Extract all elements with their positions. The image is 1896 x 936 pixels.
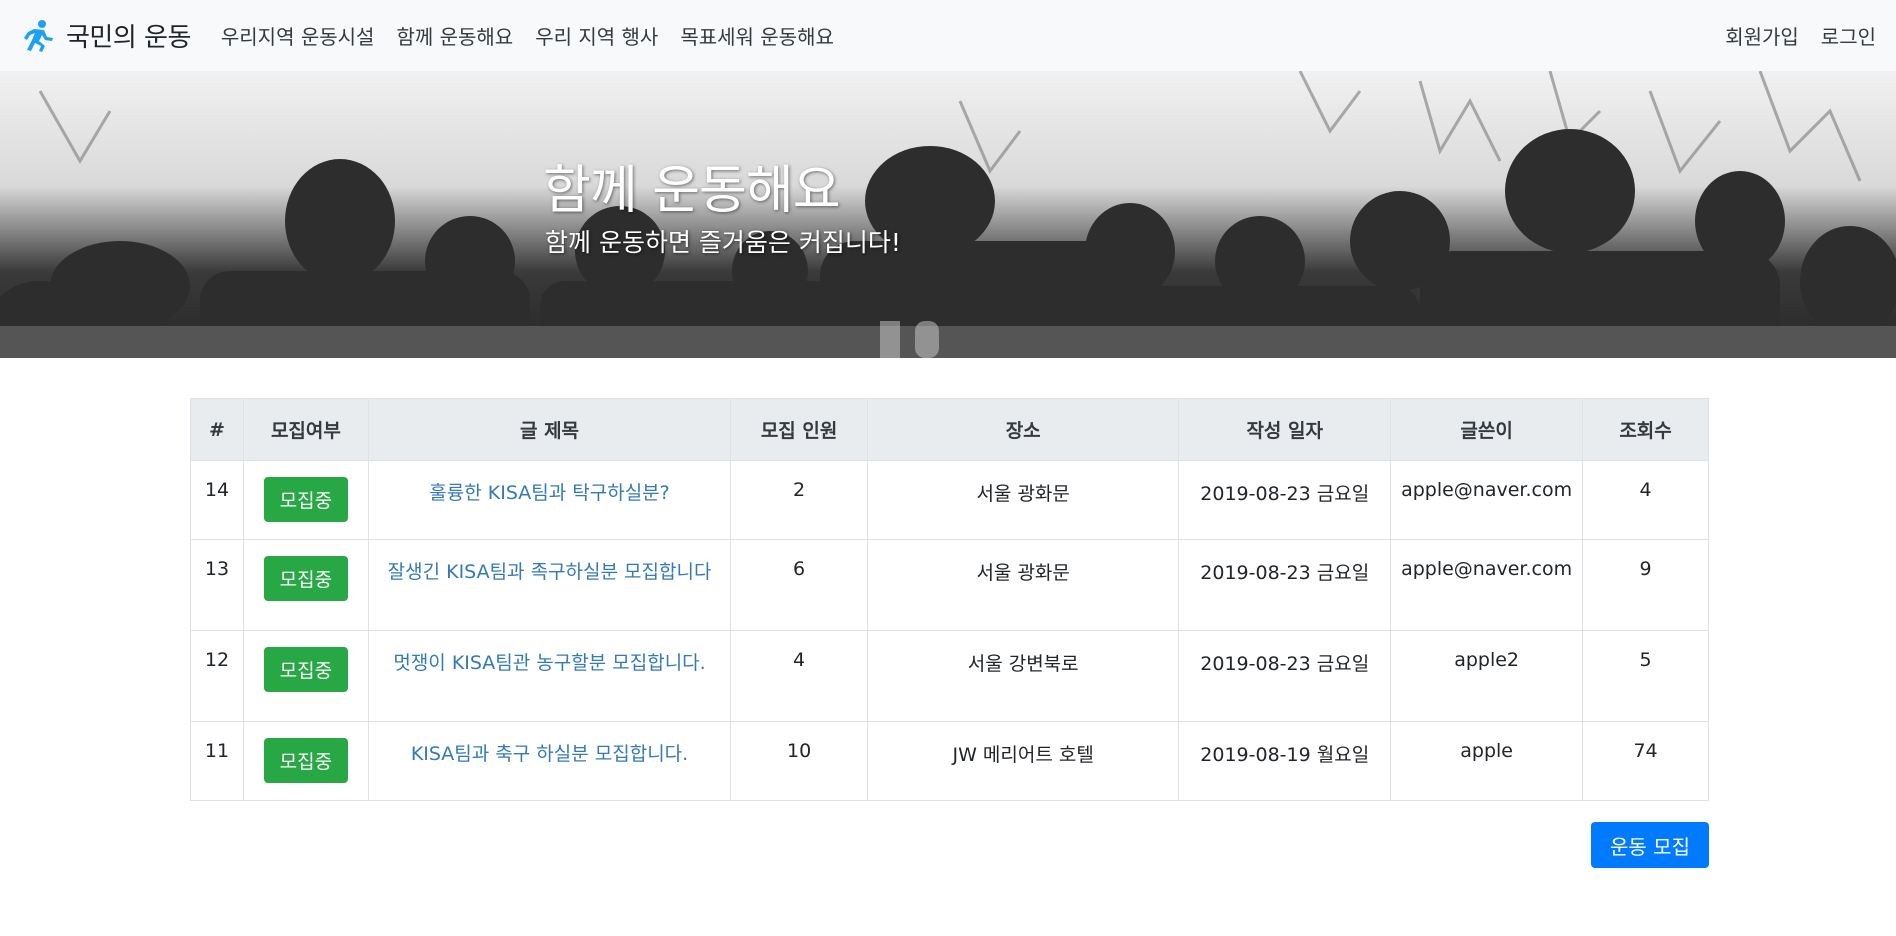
nav-signup[interactable]: 회원가입 bbox=[1725, 21, 1799, 50]
hero-title: 함께 운동해요 bbox=[543, 161, 841, 221]
cell-number: 14 bbox=[190, 460, 244, 540]
navbar: 국민의 운동 우리지역 운동시설 함께 운동해요 우리 지역 행사 목표세워 운… bbox=[0, 0, 1896, 71]
cell-date: 2019-08-23 금요일 bbox=[1178, 630, 1392, 722]
table-header-row: # 모집여부 글 제목 모집 인원 장소 작성 일자 글쓴이 조회수 bbox=[190, 398, 1709, 461]
cell-number: 11 bbox=[190, 721, 244, 801]
table-row: 12 모집중 멋쟁이 KISA팀관 농구할분 모집합니다. 4 서울 강변북로 … bbox=[190, 630, 1709, 722]
cell-status: 모집중 bbox=[242, 539, 369, 631]
cell-author: apple bbox=[1390, 721, 1584, 801]
nav-login[interactable]: 로그인 bbox=[1821, 21, 1876, 50]
header-members: 모집 인원 bbox=[730, 398, 868, 461]
cell-title: 잘생긴 KISA팀과 족구하실분 모집합니다 bbox=[367, 539, 732, 631]
post-title-link[interactable]: KISA팀과 축구 하실분 모집합니다. bbox=[411, 740, 688, 768]
cell-date: 2019-08-19 월요일 bbox=[1178, 721, 1392, 801]
cell-place: 서울 강변북로 bbox=[866, 630, 1180, 722]
post-title-link[interactable]: 훌륭한 KISA팀과 탁구하실분? bbox=[429, 479, 669, 507]
cell-number: 12 bbox=[190, 630, 244, 722]
cell-status: 모집중 bbox=[242, 460, 369, 540]
nav-facilities[interactable]: 우리지역 운동시설 bbox=[221, 21, 375, 50]
hero-banner: 함께 운동해요 함께 운동하면 즐거움은 커집니다! bbox=[0, 71, 1896, 358]
cell-author: apple@naver.com bbox=[1390, 539, 1584, 631]
header-place: 장소 bbox=[866, 398, 1180, 461]
nav-goal-exercise[interactable]: 목표세워 운동해요 bbox=[680, 21, 834, 50]
cell-place: 서울 광화문 bbox=[866, 539, 1180, 631]
main-nav: 우리지역 운동시설 함께 운동해요 우리 지역 행사 목표세워 운동해요 bbox=[221, 21, 856, 50]
header-author: 글쓴이 bbox=[1390, 398, 1584, 461]
cell-members: 2 bbox=[730, 460, 868, 540]
cell-place: JW 메리어트 호텔 bbox=[866, 721, 1180, 801]
cell-date: 2019-08-23 금요일 bbox=[1178, 460, 1392, 540]
recruit-table: # 모집여부 글 제목 모집 인원 장소 작성 일자 글쓴이 조회수 14 모집… bbox=[190, 398, 1709, 801]
cell-title: 훌륭한 KISA팀과 탁구하실분? bbox=[367, 460, 732, 540]
cell-members: 10 bbox=[730, 721, 868, 801]
header-title: 글 제목 bbox=[367, 398, 732, 461]
post-title-link[interactable]: 잘생긴 KISA팀과 족구하실분 모집합니다 bbox=[388, 558, 712, 586]
cell-date: 2019-08-23 금요일 bbox=[1178, 539, 1392, 631]
status-button[interactable]: 모집중 bbox=[263, 738, 349, 783]
cell-views: 9 bbox=[1582, 539, 1709, 631]
cell-place: 서울 광화문 bbox=[866, 460, 1180, 540]
brand-name: 국민의 운동 bbox=[66, 23, 191, 53]
header-number: # bbox=[190, 398, 244, 461]
cell-members: 6 bbox=[730, 539, 868, 631]
nav-local-events[interactable]: 우리 지역 행사 bbox=[535, 21, 658, 50]
table-row: 14 모집중 훌륭한 KISA팀과 탁구하실분? 2 서울 광화문 2019-0… bbox=[190, 460, 1709, 540]
cell-title: KISA팀과 축구 하실분 모집합니다. bbox=[367, 721, 732, 801]
cell-members: 4 bbox=[730, 630, 868, 722]
brand-link[interactable]: 국민의 운동 bbox=[20, 17, 191, 54]
status-button[interactable]: 모집중 bbox=[263, 477, 349, 522]
account-nav: 회원가입 로그인 bbox=[1703, 21, 1876, 50]
cell-views: 5 bbox=[1582, 630, 1709, 722]
cell-author: apple2 bbox=[1390, 630, 1584, 722]
cell-views: 4 bbox=[1582, 460, 1709, 540]
recruit-exercise-button[interactable]: 운동 모집 bbox=[1591, 822, 1709, 868]
status-button[interactable]: 모집중 bbox=[263, 556, 349, 601]
hero-subtitle: 함께 운동하면 즐거움은 커집니다! bbox=[545, 228, 901, 257]
cell-status: 모집중 bbox=[242, 721, 369, 801]
cell-number: 13 bbox=[190, 539, 244, 631]
cell-views: 74 bbox=[1582, 721, 1709, 801]
cell-status: 모집중 bbox=[242, 630, 369, 722]
post-title-link[interactable]: 멋쟁이 KISA팀관 농구할분 모집합니다. bbox=[393, 649, 705, 677]
table-row: 11 모집중 KISA팀과 축구 하실분 모집합니다. 10 JW 메리어트 호… bbox=[190, 721, 1709, 801]
team-huddle-image bbox=[0, 71, 1896, 358]
table-row: 13 모집중 잘생긴 KISA팀과 족구하실분 모집합니다 6 서울 광화문 2… bbox=[190, 539, 1709, 631]
runner-icon bbox=[24, 19, 53, 52]
header-views: 조회수 bbox=[1582, 398, 1709, 461]
status-button[interactable]: 모집중 bbox=[263, 647, 349, 692]
cell-author: apple@naver.com bbox=[1390, 460, 1584, 540]
header-status: 모집여부 bbox=[242, 398, 369, 461]
cell-title: 멋쟁이 KISA팀관 농구할분 모집합니다. bbox=[367, 630, 732, 722]
recruit-table-wrapper: # 모집여부 글 제목 모집 인원 장소 작성 일자 글쓴이 조회수 14 모집… bbox=[190, 398, 1709, 801]
nav-exercise-together[interactable]: 함께 운동해요 bbox=[396, 21, 513, 50]
header-date: 작성 일자 bbox=[1178, 398, 1392, 461]
